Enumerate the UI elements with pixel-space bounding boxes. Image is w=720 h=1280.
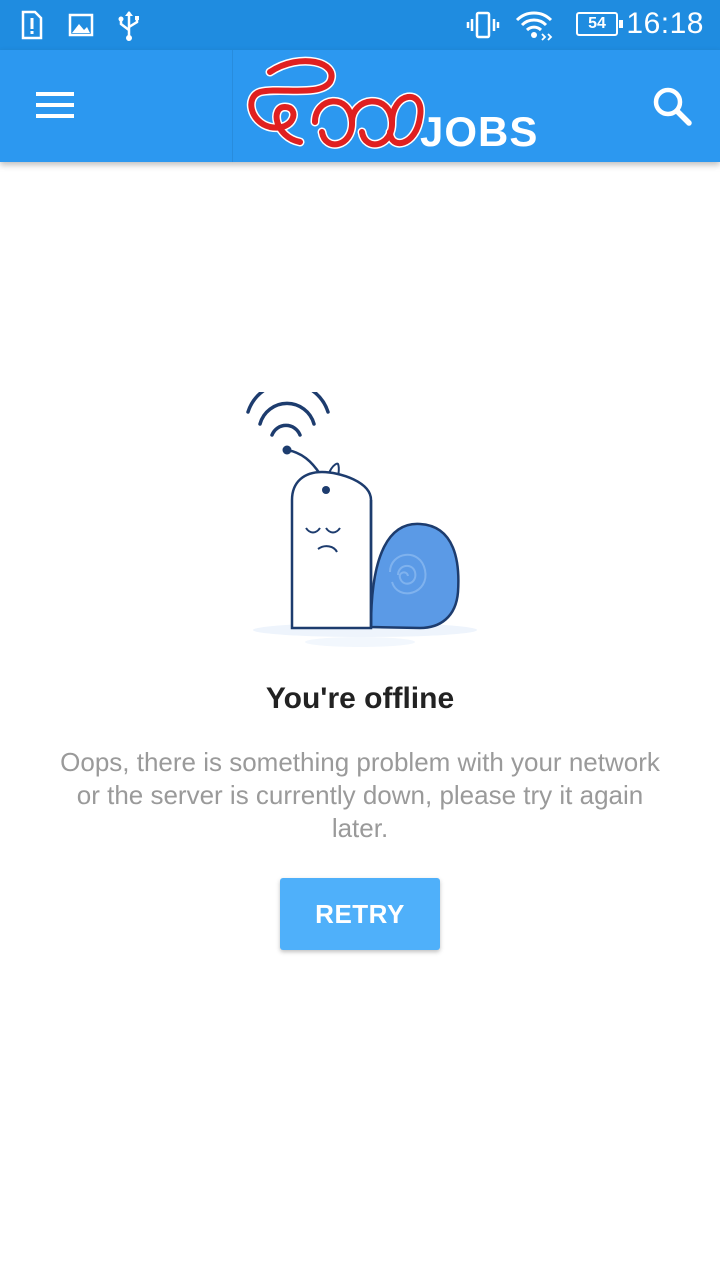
logo-script-mark — [246, 56, 425, 149]
wifi-icon — [515, 11, 553, 41]
battery-level: 54 — [588, 15, 606, 32]
vibrate-icon — [466, 11, 500, 39]
sim-alert-icon — [21, 10, 43, 40]
usb-icon — [118, 11, 139, 41]
divider — [232, 50, 233, 162]
search-button[interactable] — [644, 78, 702, 136]
app-logo: JOBS — [240, 52, 540, 160]
offline-content: You're offline Oops, there is something … — [0, 162, 720, 1280]
app-bar: JOBS — [0, 50, 720, 162]
search-icon — [653, 87, 692, 126]
clock: 16:18 — [626, 7, 704, 40]
image-icon — [68, 13, 94, 37]
retry-button[interactable]: RETRY — [280, 878, 440, 950]
offline-snail-icon — [246, 392, 477, 647]
status-bar: 54 16:18 — [0, 0, 720, 50]
menu-button[interactable] — [22, 78, 90, 134]
offline-message: Oops, there is something problem with yo… — [60, 747, 660, 843]
hamburger-menu-icon — [36, 92, 74, 118]
offline-title: You're offline — [265, 682, 455, 715]
logo-jobs-text: JOBS — [420, 108, 539, 155]
battery-icon: 54 — [576, 12, 623, 36]
